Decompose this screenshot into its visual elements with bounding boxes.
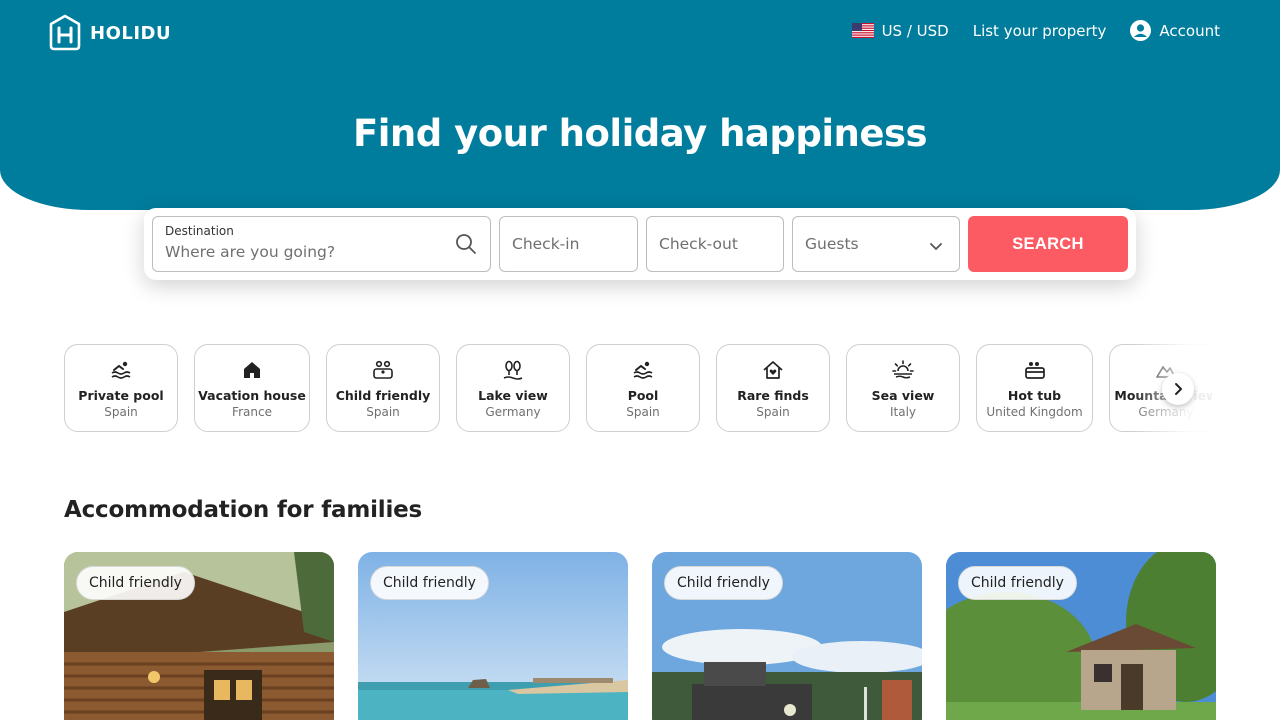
pool-icon [587, 359, 699, 381]
category-chip[interactable]: Private pool Spain [64, 344, 178, 432]
category-chip[interactable]: Mountain view Germany [1109, 344, 1212, 432]
list-property-label: List your property [972, 21, 1107, 40]
child-friendly-badge: Child friendly [370, 566, 489, 600]
category-title: Pool [627, 388, 659, 403]
guests-placeholder: Guests [805, 235, 859, 253]
category-subtitle: Spain [756, 405, 790, 419]
category-title: Mountain view [1114, 388, 1212, 403]
child-friendly-badge: Child friendly [76, 566, 195, 600]
account-menu[interactable]: Account [1130, 20, 1220, 41]
category-chip[interactable]: Vacation house France [194, 344, 310, 432]
top-navigation: US / USD List your property Account [851, 20, 1220, 41]
house-icon [195, 359, 309, 381]
category-chip[interactable]: Child friendly Spain [326, 344, 440, 432]
list-property-link[interactable]: List your property [973, 22, 1107, 40]
account-circle-icon [1130, 20, 1152, 41]
search-icon [455, 233, 477, 259]
category-subtitle: United Kingdom [986, 405, 1083, 419]
family-icon [327, 359, 439, 381]
category-chip[interactable]: Hot tub United Kingdom [976, 344, 1093, 432]
category-subtitle: Spain [366, 405, 400, 419]
category-title: Private pool [78, 388, 164, 403]
sunset-icon [847, 359, 959, 381]
search-button[interactable]: SEARCH [968, 216, 1128, 272]
destination-label: Destination [165, 224, 234, 238]
us-flag-icon [851, 23, 874, 38]
category-title: Hot tub [1007, 388, 1062, 403]
carousel-next-button[interactable] [1162, 373, 1194, 405]
listing-card[interactable]: Child friendly [358, 552, 628, 720]
child-friendly-badge: Child friendly [958, 566, 1077, 600]
category-subtitle: Italy [889, 405, 917, 419]
category-title: Child friendly [335, 388, 431, 403]
checkout-field[interactable]: Check-out [646, 216, 784, 272]
listing-card[interactable]: Child friendly [946, 552, 1216, 720]
checkout-placeholder: Check-out [659, 235, 738, 253]
heart-house-icon [717, 359, 829, 381]
pool-icon [65, 359, 177, 381]
hero-title: Find your holiday happiness [352, 112, 928, 155]
listing-card[interactable]: Child friendly [64, 552, 334, 720]
destination-field[interactable]: Destination Where are you going? [152, 216, 491, 272]
currency-selector[interactable]: US / USD [851, 21, 949, 40]
checkin-placeholder: Check-in [512, 235, 580, 253]
search-bar: Destination Where are you going? Check-i… [144, 208, 1136, 280]
child-friendly-badge: Child friendly [664, 566, 783, 600]
category-subtitle: Germany [485, 405, 541, 419]
currency-label: US / USD [881, 21, 949, 40]
category-title: Rare finds [737, 388, 809, 403]
category-chip[interactable]: Lake view Germany [456, 344, 570, 432]
chevron-right-icon [1175, 383, 1182, 395]
listing-card[interactable]: Child friendly [652, 552, 922, 720]
mountain-icon [1110, 359, 1212, 381]
category-subtitle: Spain [104, 405, 138, 419]
guests-select[interactable]: Guests [792, 216, 960, 272]
category-subtitle: Germany [1138, 405, 1194, 419]
category-chip[interactable]: Rare finds Spain [716, 344, 830, 432]
hot-tub-icon [977, 359, 1092, 381]
holidu-logo[interactable]: HOLIDU [48, 14, 171, 52]
lake-icon [457, 359, 569, 381]
holidu-logo-icon [49, 14, 81, 51]
brand-name: HOLIDU [90, 22, 172, 44]
account-label: Account [1159, 21, 1220, 40]
category-subtitle: France [232, 405, 272, 419]
section-title: Accommodation for families [64, 497, 423, 523]
category-chip[interactable]: Sea view Italy [846, 344, 960, 432]
category-title: Sea view [871, 388, 935, 403]
checkin-field[interactable]: Check-in [499, 216, 638, 272]
category-subtitle: Spain [626, 405, 660, 419]
chevron-down-icon [929, 237, 943, 256]
category-carousel: Private pool Spain Vacation house France… [64, 344, 1212, 432]
category-title: Vacation house [198, 388, 306, 403]
category-chip[interactable]: Pool Spain [586, 344, 700, 432]
destination-input[interactable]: Where are you going? [165, 243, 335, 261]
category-title: Lake view [478, 388, 548, 403]
